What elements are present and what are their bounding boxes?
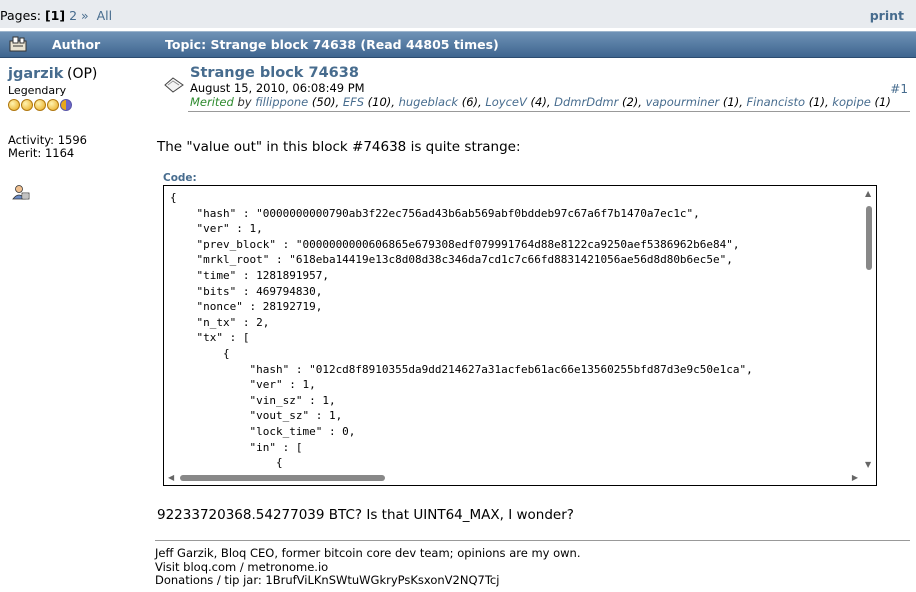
- all-pages-link[interactable]: All: [97, 8, 113, 23]
- top-navigation-bar: Pages: [1] 2 » All print: [0, 0, 916, 28]
- pages-label: Pages:: [0, 8, 45, 23]
- merit-user-link[interactable]: kopipe: [832, 95, 871, 109]
- horizontal-scroll-thumb[interactable]: [180, 475, 385, 481]
- merit-user-link[interactable]: fillippone: [255, 95, 308, 109]
- scroll-down-arrow-icon[interactable]: ▼: [865, 460, 871, 469]
- code-line: "in" : [: [249, 440, 303, 454]
- signature-line: Visit bloq.com / metronome.io: [155, 559, 329, 574]
- code-line: "hash" : "0000000000790ab3f22ec756ad43b6…: [196, 206, 700, 220]
- page-2-link[interactable]: 2: [69, 8, 77, 23]
- star-icon: [21, 99, 33, 111]
- code-line: "tx" : [: [196, 331, 250, 345]
- merit-count: (4): [530, 95, 547, 109]
- signature-divider: [155, 540, 910, 541]
- pagination: Pages: [1] 2 » All: [0, 8, 112, 23]
- post-followup-text: 92233720368.54277039 BTC? Is that UINT64…: [157, 507, 574, 523]
- post-number-link[interactable]: #1: [890, 82, 908, 96]
- message-icon: [164, 77, 184, 93]
- merit-separator: ,: [391, 95, 399, 109]
- merit-user-link[interactable]: DdmrDdmr: [554, 95, 618, 109]
- profile-icon[interactable]: [12, 184, 30, 202]
- signature-line: Donations / tip jar: 1BrufViLKnSWtuWGkry…: [155, 573, 500, 587]
- merit-user-link[interactable]: hugeblack: [399, 95, 458, 109]
- rank-stars: [8, 99, 97, 111]
- merit-count: (50): [311, 95, 336, 109]
- poster-stats: Activity: 1596 Merit: 1164: [8, 134, 87, 160]
- poster-name[interactable]: jgarzik: [8, 66, 63, 82]
- topic-title: Topic: Strange block 74638 (Read 44805 t…: [165, 37, 499, 52]
- code-line: "hash" : "012cd8f8910355da9dd214627a31ac…: [249, 362, 753, 376]
- merit-user-link[interactable]: vapourminer: [646, 95, 720, 109]
- code-line: "vout_sz" : 1,: [249, 409, 343, 423]
- merit-count: (6): [461, 95, 479, 109]
- code-line: "time" : 1281891957,: [196, 268, 329, 282]
- merited-label: Merited: [190, 95, 234, 109]
- signature: Jeff Garzik, Bloq CEO, former bitcoin co…: [155, 546, 581, 588]
- merit-count: (10): [367, 95, 392, 109]
- star-icon: [8, 99, 20, 111]
- current-page: [1]: [44, 8, 66, 23]
- vertical-scrollbar[interactable]: ▲ ▼: [862, 186, 876, 471]
- merited-by: by: [237, 95, 252, 109]
- post-date: August 15, 2010, 06:08:49 PM: [190, 81, 365, 95]
- merit-separator: ,: [739, 95, 747, 109]
- merit-separator: ,: [335, 95, 343, 109]
- star-icon: [60, 99, 72, 111]
- topic-header-bar: Author Topic: Strange block 74638 (Read …: [0, 31, 916, 58]
- code-line: "prev_block" : "0000000000606865e679308e…: [196, 237, 740, 251]
- post-body-text: The "value out" in this block #74638 is …: [157, 139, 521, 155]
- star-icon: [34, 99, 46, 111]
- merit-user-link[interactable]: LoyceV: [485, 95, 527, 109]
- merit-user-link[interactable]: EFS: [343, 95, 364, 109]
- code-line: "bits" : 469794830,: [196, 284, 323, 298]
- merit-list: fillippone (50), EFS (10), hugeblack (6)…: [255, 95, 891, 109]
- post-title[interactable]: Strange block 74638: [190, 65, 359, 81]
- code-block[interactable]: { "hash" : "0000000000790ab3f22ec756ad43…: [163, 185, 877, 486]
- op-badge: (OP): [67, 66, 98, 82]
- code-line: "ver" : 1,: [249, 378, 316, 392]
- poster-rank: Legendary: [8, 84, 67, 97]
- merit-count: (1): [722, 95, 740, 109]
- code-line: {: [170, 456, 283, 470]
- poster-info: jgarzik (OP) Legendary: [8, 66, 97, 111]
- scroll-left-arrow-icon[interactable]: ◀: [168, 473, 174, 482]
- scroll-up-arrow-icon[interactable]: ▲: [865, 189, 871, 198]
- merit-separator: ,: [638, 95, 646, 109]
- merit-count: (2): [621, 95, 639, 109]
- merit-count: (1): [874, 95, 891, 109]
- code-line: {: [222, 346, 230, 360]
- merit-user-link[interactable]: Financisto: [747, 95, 806, 109]
- signature-line: Jeff Garzik, Bloq CEO, former bitcoin co…: [155, 546, 581, 560]
- code-line: "mrkl_root" : "618eba14419e13c8d08d38c34…: [196, 253, 733, 267]
- thread-icon: [9, 36, 27, 52]
- star-icon: [47, 99, 59, 111]
- author-column-label: Author: [52, 37, 101, 52]
- code-line: "vin_sz" : 1,: [249, 393, 336, 407]
- post-header-divider: [188, 111, 910, 112]
- print-link[interactable]: print: [870, 8, 904, 23]
- merit-count: (1): [808, 95, 825, 109]
- scroll-right-arrow-icon[interactable]: ▶: [852, 473, 858, 482]
- horizontal-scrollbar[interactable]: ◀ ▶: [164, 471, 862, 485]
- merit-count: Merit: 1164: [8, 146, 75, 160]
- code-label: Code:: [163, 172, 197, 184]
- code-line: "nonce" : 28192719,: [196, 300, 323, 314]
- code-line: "n_tx" : 2,: [196, 315, 270, 329]
- code-line: "ver" : 1,: [196, 222, 263, 236]
- merited-line: Merited by fillippone (50), EFS (10), hu…: [190, 95, 891, 109]
- vertical-scroll-thumb[interactable]: [866, 206, 872, 270]
- next-page-link[interactable]: »: [81, 8, 89, 23]
- code-line: {: [170, 191, 177, 204]
- code-line: "lock_time" : 0,: [249, 424, 356, 438]
- code-content: { "hash" : "0000000000790ab3f22ec756ad43…: [170, 190, 753, 471]
